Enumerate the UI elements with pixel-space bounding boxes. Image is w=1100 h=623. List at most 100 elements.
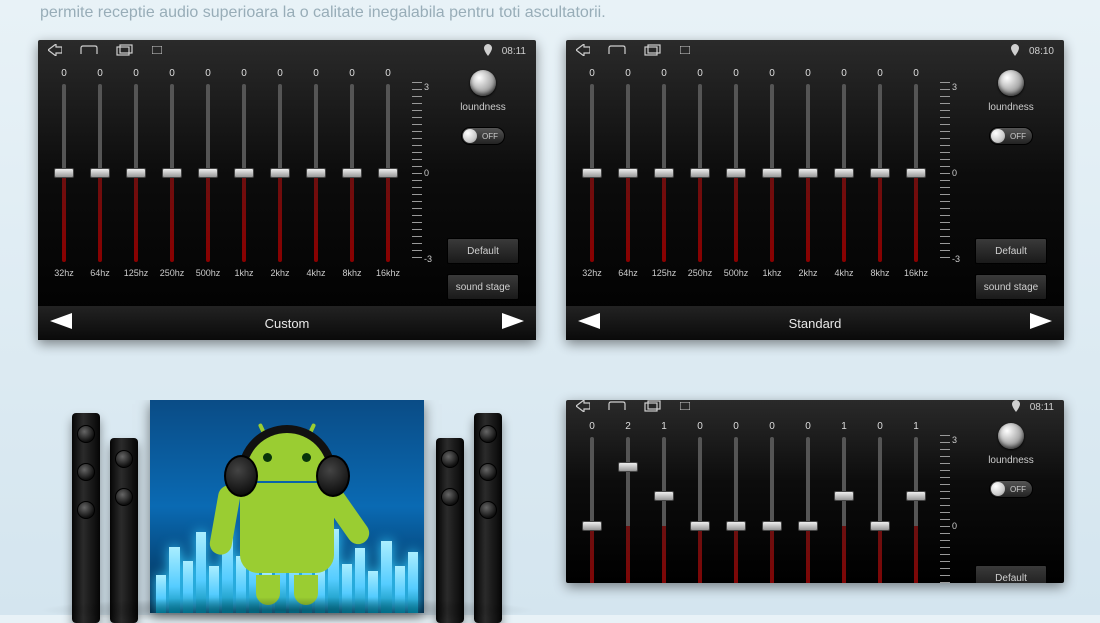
slider-thumb[interactable] bbox=[582, 521, 602, 531]
default-button[interactable]: Default bbox=[447, 238, 519, 264]
eq-slider[interactable]: 0250hz bbox=[154, 68, 190, 306]
slider-thumb[interactable] bbox=[726, 521, 746, 531]
eq-slider[interactable]: 04khz bbox=[298, 68, 334, 306]
slider-thumb[interactable] bbox=[834, 168, 854, 178]
app-icon bbox=[680, 402, 690, 413]
slider-thumb[interactable] bbox=[798, 168, 818, 178]
eq-slider[interactable]: 01khz bbox=[754, 421, 790, 583]
home-icon[interactable] bbox=[80, 45, 98, 58]
eq-slider[interactable]: 0500hz bbox=[190, 68, 226, 306]
slider-thumb[interactable] bbox=[906, 491, 926, 501]
app-icon bbox=[680, 46, 690, 57]
sound-stage-button[interactable]: sound stage bbox=[975, 274, 1047, 300]
slider-thumb[interactable] bbox=[618, 168, 638, 178]
eq-slider[interactable]: 016khz bbox=[898, 68, 934, 306]
default-button[interactable]: Default bbox=[975, 238, 1047, 264]
back-icon[interactable] bbox=[576, 400, 590, 415]
eq-slider[interactable]: 032hz bbox=[46, 68, 82, 306]
prev-preset-button[interactable] bbox=[46, 312, 76, 335]
slider-freq-label: 32hz bbox=[582, 268, 602, 280]
slider-thumb[interactable] bbox=[870, 521, 890, 531]
slider-thumb[interactable] bbox=[126, 168, 146, 178]
slider-value: 0 bbox=[913, 68, 919, 82]
slider-thumb[interactable] bbox=[162, 168, 182, 178]
recent-icon[interactable] bbox=[644, 400, 662, 415]
slider-freq-label: 250hz bbox=[160, 268, 185, 280]
status-bar: 08:10 bbox=[566, 40, 1064, 62]
slider-thumb[interactable] bbox=[654, 491, 674, 501]
slider-thumb[interactable] bbox=[798, 521, 818, 531]
loudness-toggle[interactable]: OFF bbox=[989, 480, 1033, 498]
slider-thumb[interactable] bbox=[906, 168, 926, 178]
speaker-tower bbox=[474, 413, 502, 623]
eq-slider[interactable]: 264hz bbox=[610, 421, 646, 583]
prev-preset-button[interactable] bbox=[574, 312, 604, 335]
slider-thumb[interactable] bbox=[234, 168, 254, 178]
slider-thumb[interactable] bbox=[342, 168, 362, 178]
eq-slider[interactable]: 08khz bbox=[862, 421, 898, 583]
eq-slider[interactable]: 0125hz bbox=[646, 68, 682, 306]
slider-value: 0 bbox=[769, 68, 775, 82]
loudness-knob[interactable] bbox=[470, 70, 496, 96]
recent-icon[interactable] bbox=[644, 44, 662, 59]
eq-slider[interactable]: 02khz bbox=[790, 421, 826, 583]
slider-thumb[interactable] bbox=[654, 168, 674, 178]
next-preset-button[interactable] bbox=[498, 312, 528, 335]
slider-value: 1 bbox=[661, 421, 667, 435]
back-icon[interactable] bbox=[576, 44, 590, 59]
eq-slider[interactable]: 14khz bbox=[826, 421, 862, 583]
status-bar: 08:11 bbox=[566, 400, 1064, 415]
slider-thumb[interactable] bbox=[618, 462, 638, 472]
eq-slider[interactable]: 01khz bbox=[754, 68, 790, 306]
slider-thumb[interactable] bbox=[726, 168, 746, 178]
slider-value: 0 bbox=[385, 68, 391, 82]
slider-freq-label: 500hz bbox=[724, 268, 749, 280]
eq-slider[interactable]: 02khz bbox=[262, 68, 298, 306]
loudness-toggle[interactable]: OFF bbox=[461, 127, 505, 145]
eq-slider[interactable]: 0 64hz bbox=[82, 68, 118, 306]
eq-slider[interactable]: 08khz bbox=[334, 68, 370, 306]
eq-slider[interactable]: 0125hz bbox=[118, 68, 154, 306]
eq-slider[interactable]: 116khz bbox=[898, 421, 934, 583]
sound-stage-button[interactable]: sound stage bbox=[447, 274, 519, 300]
eq-slider[interactable]: 01khz bbox=[226, 68, 262, 306]
slider-thumb[interactable] bbox=[762, 168, 782, 178]
eq-slider[interactable]: 1125hz bbox=[646, 421, 682, 583]
slider-thumb[interactable] bbox=[690, 168, 710, 178]
slider-thumb[interactable] bbox=[270, 168, 290, 178]
eq-slider[interactable]: 032hz bbox=[574, 68, 610, 306]
eq-slider[interactable]: 02khz bbox=[790, 68, 826, 306]
eq-slider[interactable]: 08khz bbox=[862, 68, 898, 306]
home-icon[interactable] bbox=[608, 45, 626, 58]
slider-thumb[interactable] bbox=[54, 168, 74, 178]
recent-icon[interactable] bbox=[116, 44, 134, 59]
next-preset-button[interactable] bbox=[1026, 312, 1056, 335]
slider-freq-label: 125hz bbox=[124, 268, 149, 280]
home-icon[interactable] bbox=[608, 401, 626, 414]
loudness-knob[interactable] bbox=[998, 423, 1024, 449]
eq-slider[interactable]: 064hz bbox=[610, 68, 646, 306]
slider-thumb[interactable] bbox=[870, 168, 890, 178]
speaker-tower bbox=[72, 413, 100, 623]
back-icon[interactable] bbox=[48, 44, 62, 59]
eq-slider[interactable]: 0500hz bbox=[718, 68, 754, 306]
default-button[interactable]: Default bbox=[975, 565, 1047, 583]
loudness-toggle[interactable]: OFF bbox=[989, 127, 1033, 145]
eq-slider[interactable]: 0250hz bbox=[682, 68, 718, 306]
slider-thumb[interactable] bbox=[90, 168, 110, 178]
eq-slider[interactable]: 032hz bbox=[574, 421, 610, 583]
slider-thumb[interactable] bbox=[378, 168, 398, 178]
slider-thumb[interactable] bbox=[762, 521, 782, 531]
slider-value: 0 bbox=[97, 68, 103, 82]
slider-freq-label: 64hz bbox=[90, 268, 110, 280]
slider-thumb[interactable] bbox=[834, 491, 854, 501]
eq-slider[interactable]: 0250hz bbox=[682, 421, 718, 583]
eq-slider[interactable]: 016khz bbox=[370, 68, 406, 306]
eq-slider[interactable]: 04khz bbox=[826, 68, 862, 306]
slider-thumb[interactable] bbox=[306, 168, 326, 178]
eq-slider[interactable]: 0500hz bbox=[718, 421, 754, 583]
loudness-knob[interactable] bbox=[998, 70, 1024, 96]
slider-thumb[interactable] bbox=[198, 168, 218, 178]
slider-thumb[interactable] bbox=[582, 168, 602, 178]
slider-thumb[interactable] bbox=[690, 521, 710, 531]
